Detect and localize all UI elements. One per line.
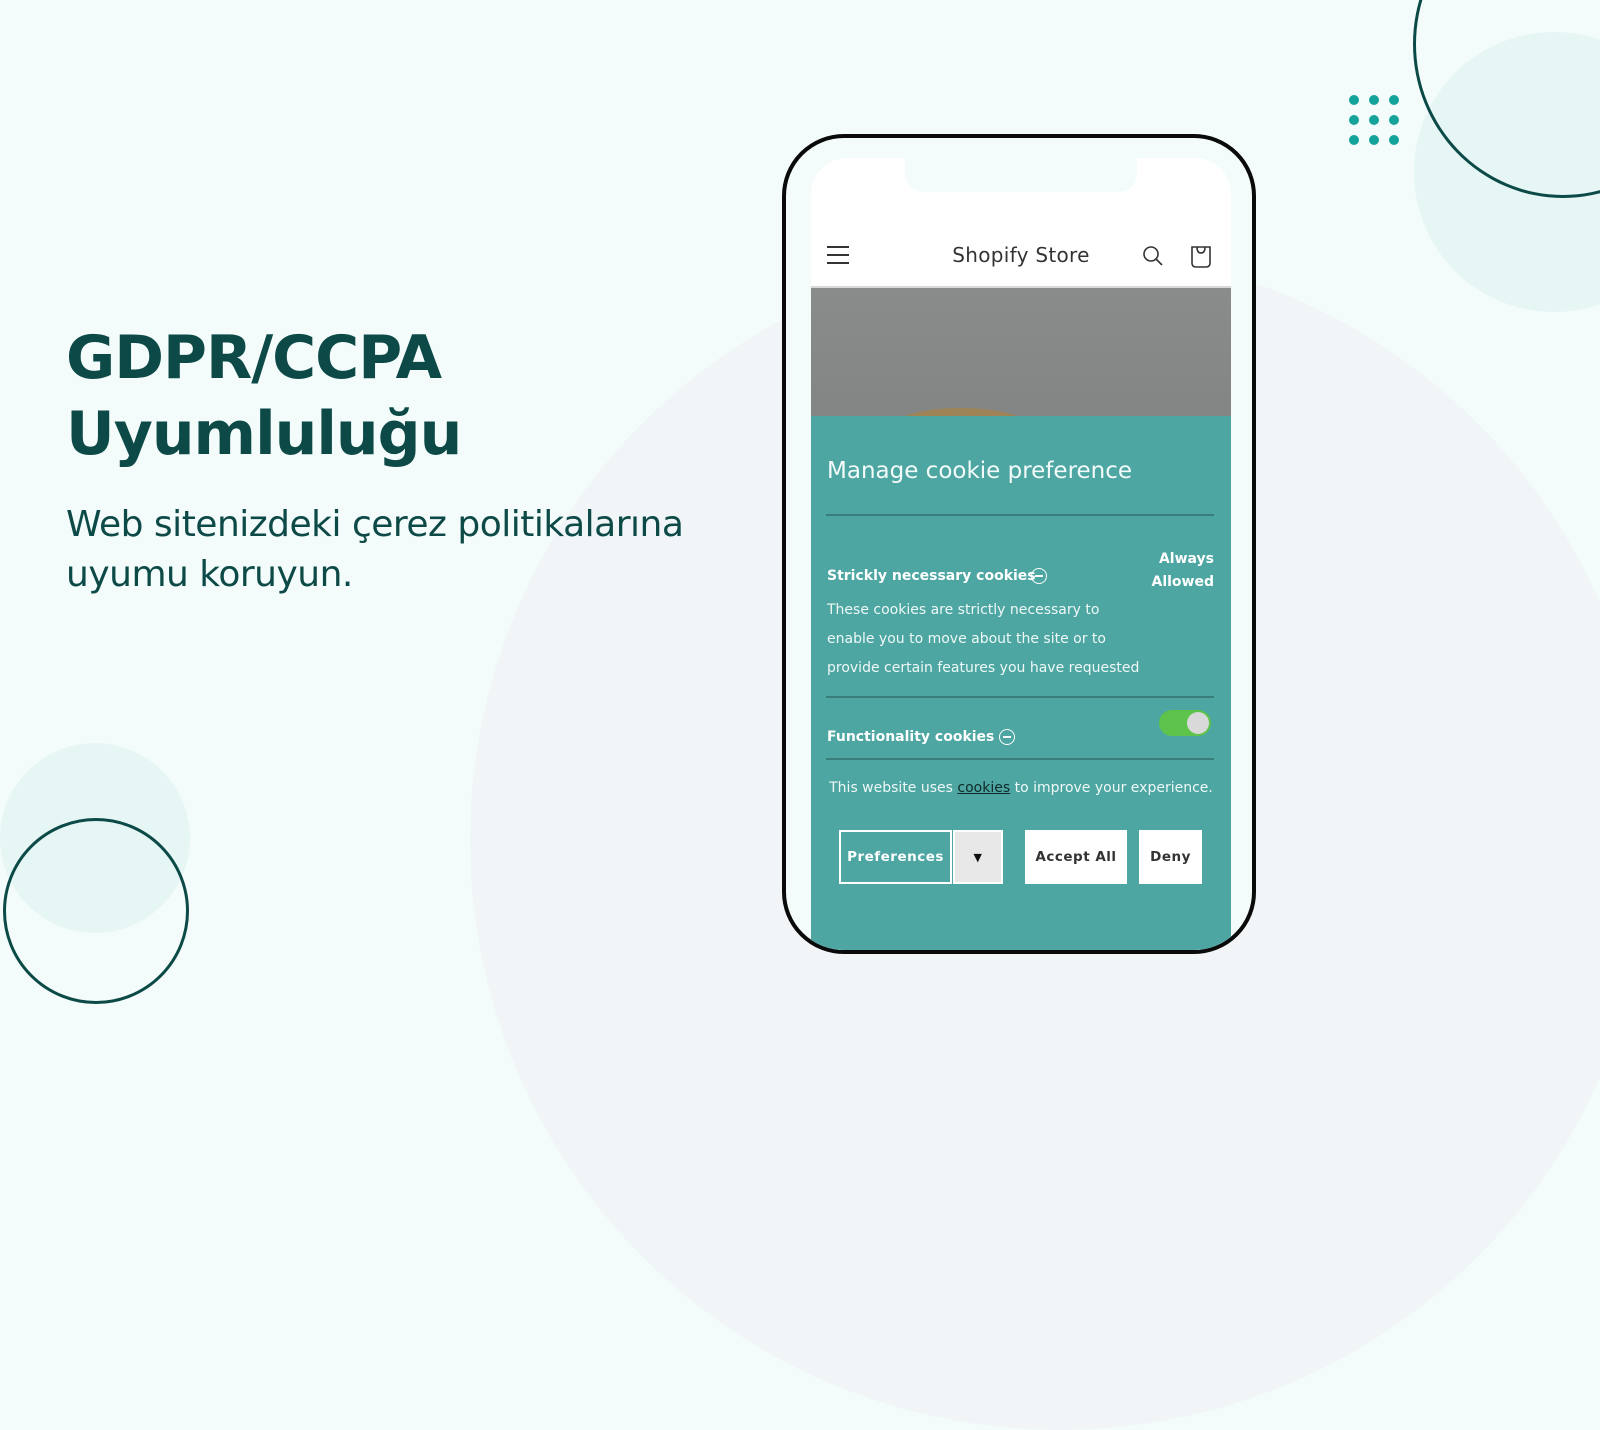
decor-dot bbox=[1369, 115, 1379, 125]
toggle-knob bbox=[1187, 712, 1209, 734]
decor-dot-grid bbox=[1349, 95, 1401, 147]
decor-dot bbox=[1369, 135, 1379, 145]
phone-mockup: Shopify Store Manage cookie preference S… bbox=[782, 134, 1256, 954]
store-header: Shopify Store bbox=[811, 230, 1231, 285]
section-title-functionality[interactable]: Functionality cookies bbox=[827, 729, 994, 745]
divider bbox=[826, 696, 1214, 698]
headline-line-2: Uyumluluğu bbox=[66, 399, 462, 469]
cookie-preference-panel: Manage cookie preference Strickly necess… bbox=[811, 416, 1231, 950]
collapse-minus-icon[interactable] bbox=[999, 729, 1015, 745]
preferences-dropdown-button[interactable]: ▼ bbox=[953, 830, 1003, 884]
headline: GDPR/CCPA Uyumluluğu bbox=[66, 320, 462, 472]
collapse-minus-icon[interactable] bbox=[1031, 568, 1047, 584]
phone-notch bbox=[905, 158, 1137, 192]
deny-button[interactable]: Deny bbox=[1139, 830, 1202, 884]
decor-dot bbox=[1389, 115, 1399, 125]
hero-image bbox=[811, 286, 1231, 448]
decor-ring-bottom-left bbox=[3, 818, 189, 1004]
decor-dot bbox=[1349, 95, 1359, 105]
functionality-cookies-toggle[interactable] bbox=[1159, 710, 1211, 736]
store-title[interactable]: Shopify Store bbox=[811, 243, 1231, 267]
subheadline: Web sitenizdeki çerez politikalarına uyu… bbox=[66, 504, 684, 595]
cookies-link[interactable]: cookies bbox=[957, 780, 1010, 796]
preferences-button[interactable]: Preferences bbox=[839, 830, 952, 884]
cookie-panel-title: Manage cookie preference bbox=[827, 458, 1133, 484]
decor-dot bbox=[1389, 95, 1399, 105]
divider bbox=[826, 514, 1214, 516]
section-description-necessary: These cookies are strictly necessary to … bbox=[827, 602, 1140, 676]
divider bbox=[826, 758, 1214, 760]
cart-icon[interactable] bbox=[1189, 243, 1213, 269]
accept-all-button[interactable]: Accept All bbox=[1025, 830, 1127, 884]
decor-dot bbox=[1349, 135, 1359, 145]
headline-line-1: GDPR/CCPA bbox=[66, 323, 442, 393]
decor-dot bbox=[1369, 95, 1379, 105]
decor-dot bbox=[1349, 115, 1359, 125]
search-icon[interactable] bbox=[1141, 244, 1165, 268]
caret-down-icon: ▼ bbox=[973, 850, 983, 864]
decor-dot bbox=[1389, 135, 1399, 145]
cookie-notice: This website uses cookies to improve you… bbox=[829, 780, 1213, 796]
phone-screen: Shopify Store Manage cookie preference S… bbox=[811, 158, 1231, 950]
always-allowed-label: Always Allowed bbox=[1151, 551, 1214, 590]
section-title-necessary[interactable]: Strickly necessary cookies bbox=[827, 568, 1036, 584]
